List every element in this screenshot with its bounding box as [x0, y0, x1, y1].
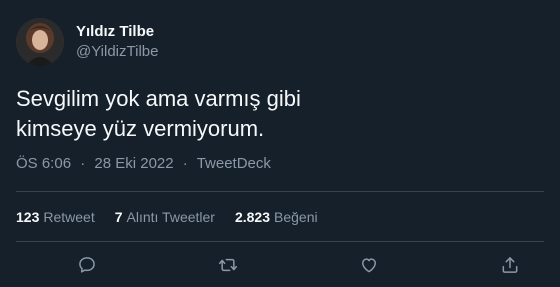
- quote-label: Alıntı Tweetler: [126, 209, 215, 225]
- share-button[interactable]: [499, 254, 521, 276]
- meta-separator: ·: [80, 155, 86, 172]
- tweet-date[interactable]: 28 Eki 2022: [94, 155, 173, 172]
- display-name[interactable]: Yıldız Tilbe: [76, 22, 158, 42]
- tweet-card: Yıldız Tilbe @YildizTilbe Sevgilim yok a…: [0, 0, 560, 287]
- avatar-image: [16, 18, 64, 66]
- share-icon: [502, 257, 518, 273]
- divider: [16, 191, 544, 192]
- tweet-stats: 123 Retweet 7 Alıntı Tweetler 2.823 Beğeni: [16, 207, 338, 227]
- tweet-time[interactable]: ÖS 6:06: [16, 155, 71, 172]
- author-names: Yıldız Tilbe @YildizTilbe: [76, 22, 158, 62]
- like-button[interactable]: [358, 254, 380, 276]
- tweet-actions: [0, 242, 560, 287]
- like-label: Beğeni: [274, 209, 318, 225]
- like-count: 2.823: [234, 209, 271, 225]
- retweet-stat[interactable]: 123 Retweet: [16, 207, 95, 227]
- like-stat[interactable]: 2.823 Beğeni: [235, 207, 318, 227]
- avatar[interactable]: [16, 18, 64, 66]
- quote-stat[interactable]: 7 Alıntı Tweetler: [115, 207, 215, 227]
- quote-count: 7: [114, 209, 123, 225]
- tweet-text: Sevgilim yok ama varmış gibi kimseye yüz…: [16, 86, 301, 141]
- tweet-meta: ÖS 6:06 · 28 Eki 2022 · TweetDeck: [16, 154, 271, 174]
- meta-separator: ·: [182, 155, 188, 172]
- user-handle[interactable]: @YildizTilbe: [76, 42, 158, 62]
- tweet-header: Yıldız Tilbe @YildizTilbe: [16, 16, 158, 68]
- retweet-icon: [218, 258, 238, 272]
- retweet-button[interactable]: [217, 254, 239, 276]
- like-icon: [362, 258, 376, 273]
- retweet-count: 123: [16, 209, 40, 225]
- reply-button[interactable]: [76, 254, 98, 276]
- retweet-label: Retweet: [43, 209, 95, 225]
- reply-icon: [79, 257, 95, 273]
- tweet-source[interactable]: TweetDeck: [197, 155, 271, 172]
